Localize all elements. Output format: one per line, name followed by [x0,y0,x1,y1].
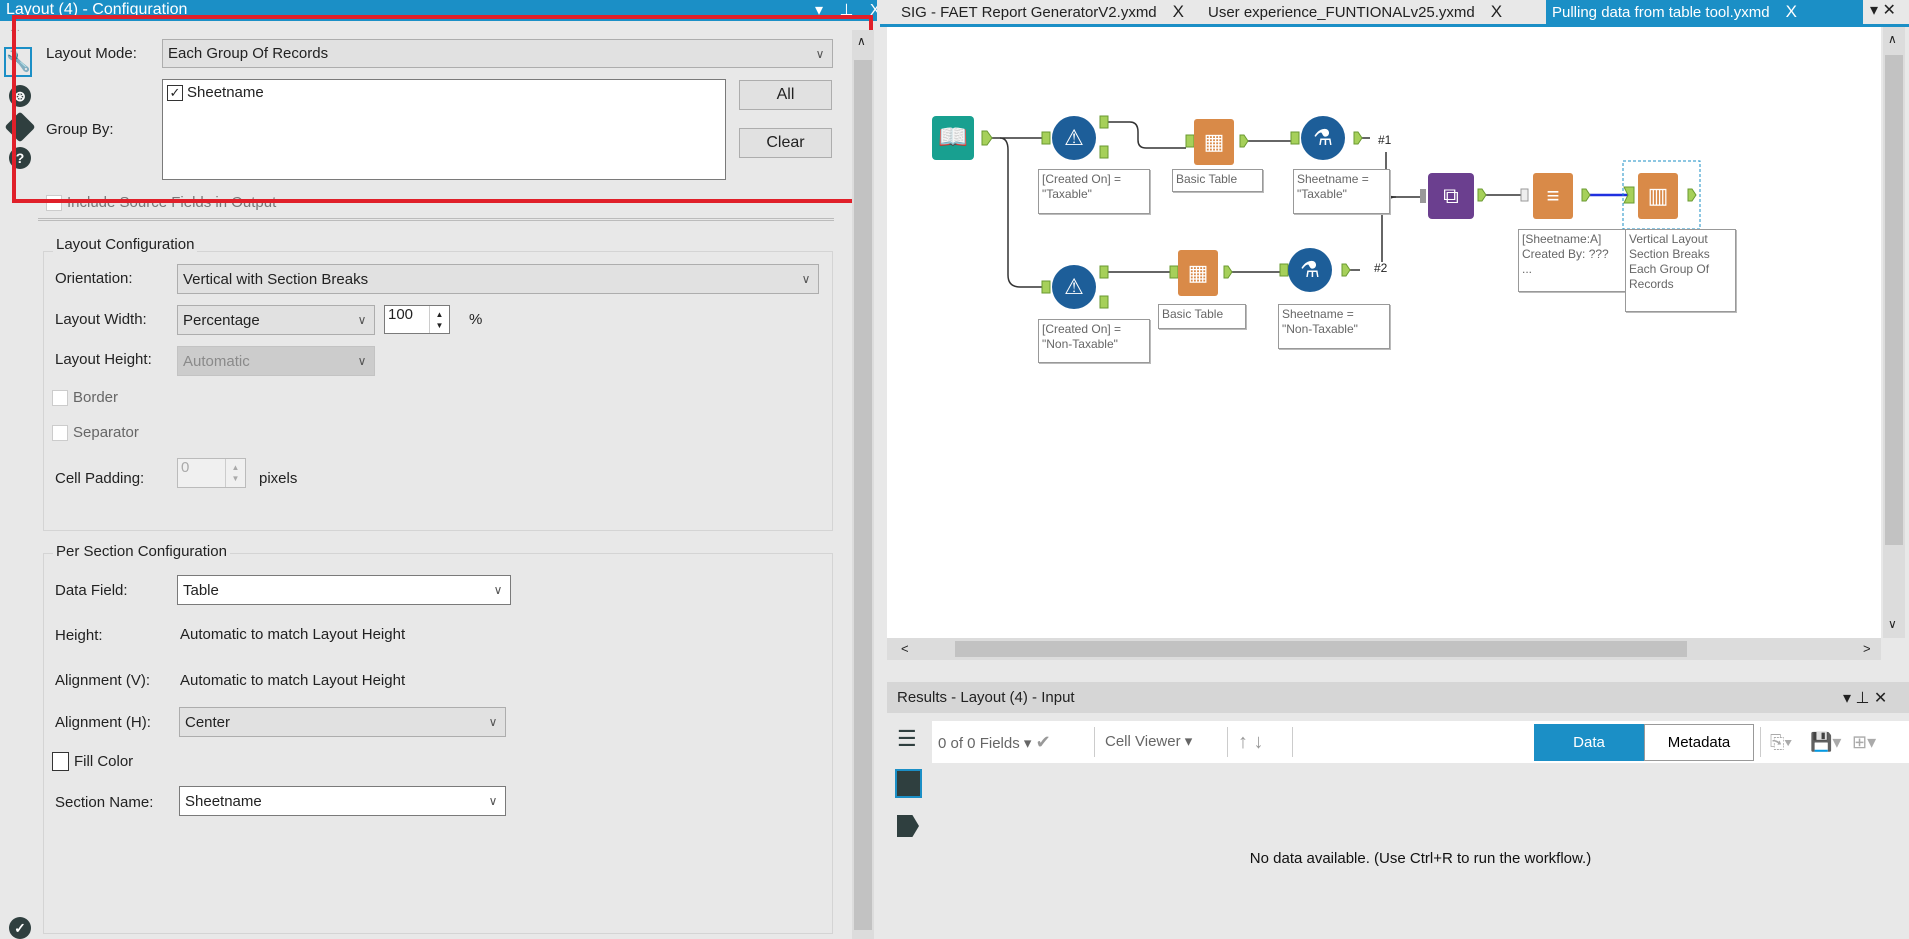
output-anchor [1223,265,1233,279]
output-anchor [1581,188,1591,202]
true-anchor [1099,115,1109,129]
true-anchor [1099,265,1109,279]
filter-tool-2-icon[interactable]: ⚠ [1052,265,1096,309]
no-data-message: No data available. (Use Ctrl+R to run th… [1249,850,1592,867]
input-anchor [1041,280,1051,294]
output-anchor [1687,188,1697,202]
union-tool-icon[interactable]: ⧉ [1428,173,1474,219]
input-anchor-icon[interactable] [895,769,922,798]
formula2-annotation[interactable]: Sheetname = "Non-Taxable" [1278,304,1390,349]
scroll-left-icon[interactable]: < [901,641,909,656]
connection-union-in1 [1385,152,1420,198]
layout-tool-icon[interactable]: ▥ [1638,173,1678,219]
false-anchor [1099,295,1109,309]
output-anchor [1239,134,1249,148]
separator [1292,727,1293,757]
formula-tool-1-icon[interactable]: ⚗ [1301,116,1345,160]
output-anchor [1477,188,1487,202]
results-panel-controls[interactable]: ▾ ⊥ ✕ [1843,688,1887,708]
save-icon[interactable]: 💾▾ [1810,721,1841,763]
formula-tool-2-icon[interactable]: ⚗ [1288,248,1332,292]
scroll-right-icon[interactable]: > [1863,641,1871,656]
fields-label: 0 of 0 Fields [938,735,1020,752]
list-icon[interactable]: ☰ [897,726,917,752]
results-title: Results - Layout (4) - Input [897,689,1075,706]
scroll-thumb[interactable] [1885,55,1903,545]
results-header: Results - Layout (4) - Input [887,682,1909,713]
canvas-horizontal-scrollbar[interactable]: < > [887,638,1881,660]
copy-icon[interactable]: ⎘▾ [1770,721,1792,763]
report-text-icon[interactable]: ≡ [1533,173,1573,219]
metadata-tab-button[interactable]: Metadata [1644,724,1754,761]
cell-viewer-label: Cell Viewer [1105,733,1181,750]
sort-arrows-icon[interactable]: ↑ ↓ [1238,721,1264,763]
layout-annotation[interactable]: Vertical Layout Section Breaks Each Grou… [1625,229,1736,312]
separator [1760,727,1761,757]
fields-dropdown[interactable]: 0 of 0 Fields ▾ ✔ [938,721,1051,765]
connection-filter1-table1 [1108,121,1186,149]
false-anchor [1099,145,1109,159]
filter1-annotation[interactable]: [Created On] = "Taxable" [1038,169,1150,214]
basic-table-2-icon[interactable]: ▦ [1178,250,1218,296]
input-anchor [1041,131,1051,145]
canvas-vertical-scrollbar[interactable]: ∧ ∨ [1883,27,1905,638]
union-label-1: #1 [1378,133,1392,147]
data-tab-button[interactable]: Data [1534,724,1644,761]
add-icon[interactable]: ⊞▾ [1852,721,1876,763]
output-anchor [981,130,993,146]
separator [1094,727,1095,757]
table2-annotation[interactable]: Basic Table [1158,304,1246,329]
output-anchor [1353,131,1363,145]
union-label-2: #2 [1374,261,1388,275]
results-side-strip: ☰ [887,713,932,939]
output-anchor [1341,263,1351,277]
formula1-annotation[interactable]: Sheetname = "Taxable" [1293,169,1390,214]
multi-input-anchor [1420,189,1426,203]
scroll-thumb[interactable] [955,641,1687,657]
cell-viewer-dropdown[interactable]: Cell Viewer ▾ [1105,721,1192,763]
input-anchor [1169,265,1179,279]
results-body: No data available. (Use Ctrl+R to run th… [932,763,1909,939]
scroll-down-icon[interactable]: ∨ [1888,617,1897,631]
input-anchor [1290,131,1300,145]
separator [1227,727,1228,757]
basic-table-1-icon[interactable]: ▦ [1194,119,1234,165]
output-anchor-icon[interactable] [897,815,919,837]
filter-tool-1-icon[interactable]: ⚠ [1052,116,1096,160]
scroll-up-icon[interactable]: ∧ [1888,32,1897,46]
table1-annotation[interactable]: Basic Table [1172,169,1263,192]
check-icon[interactable]: ✔ [1036,732,1051,752]
report-text-annotation[interactable]: [Sheetname:A] Created By: ??? ... [1518,229,1626,292]
input-anchor [1185,134,1195,148]
input-data-book-icon[interactable]: 📖 [932,116,974,160]
results-toolbar: 0 of 0 Fields ▾ ✔ Cell Viewer ▾ ↑ ↓ Data… [932,721,1909,763]
input-anchor [1279,263,1289,277]
filter2-annotation[interactable]: [Created On] = "Non-Taxable" [1038,319,1150,363]
input-anchor [1520,188,1529,202]
